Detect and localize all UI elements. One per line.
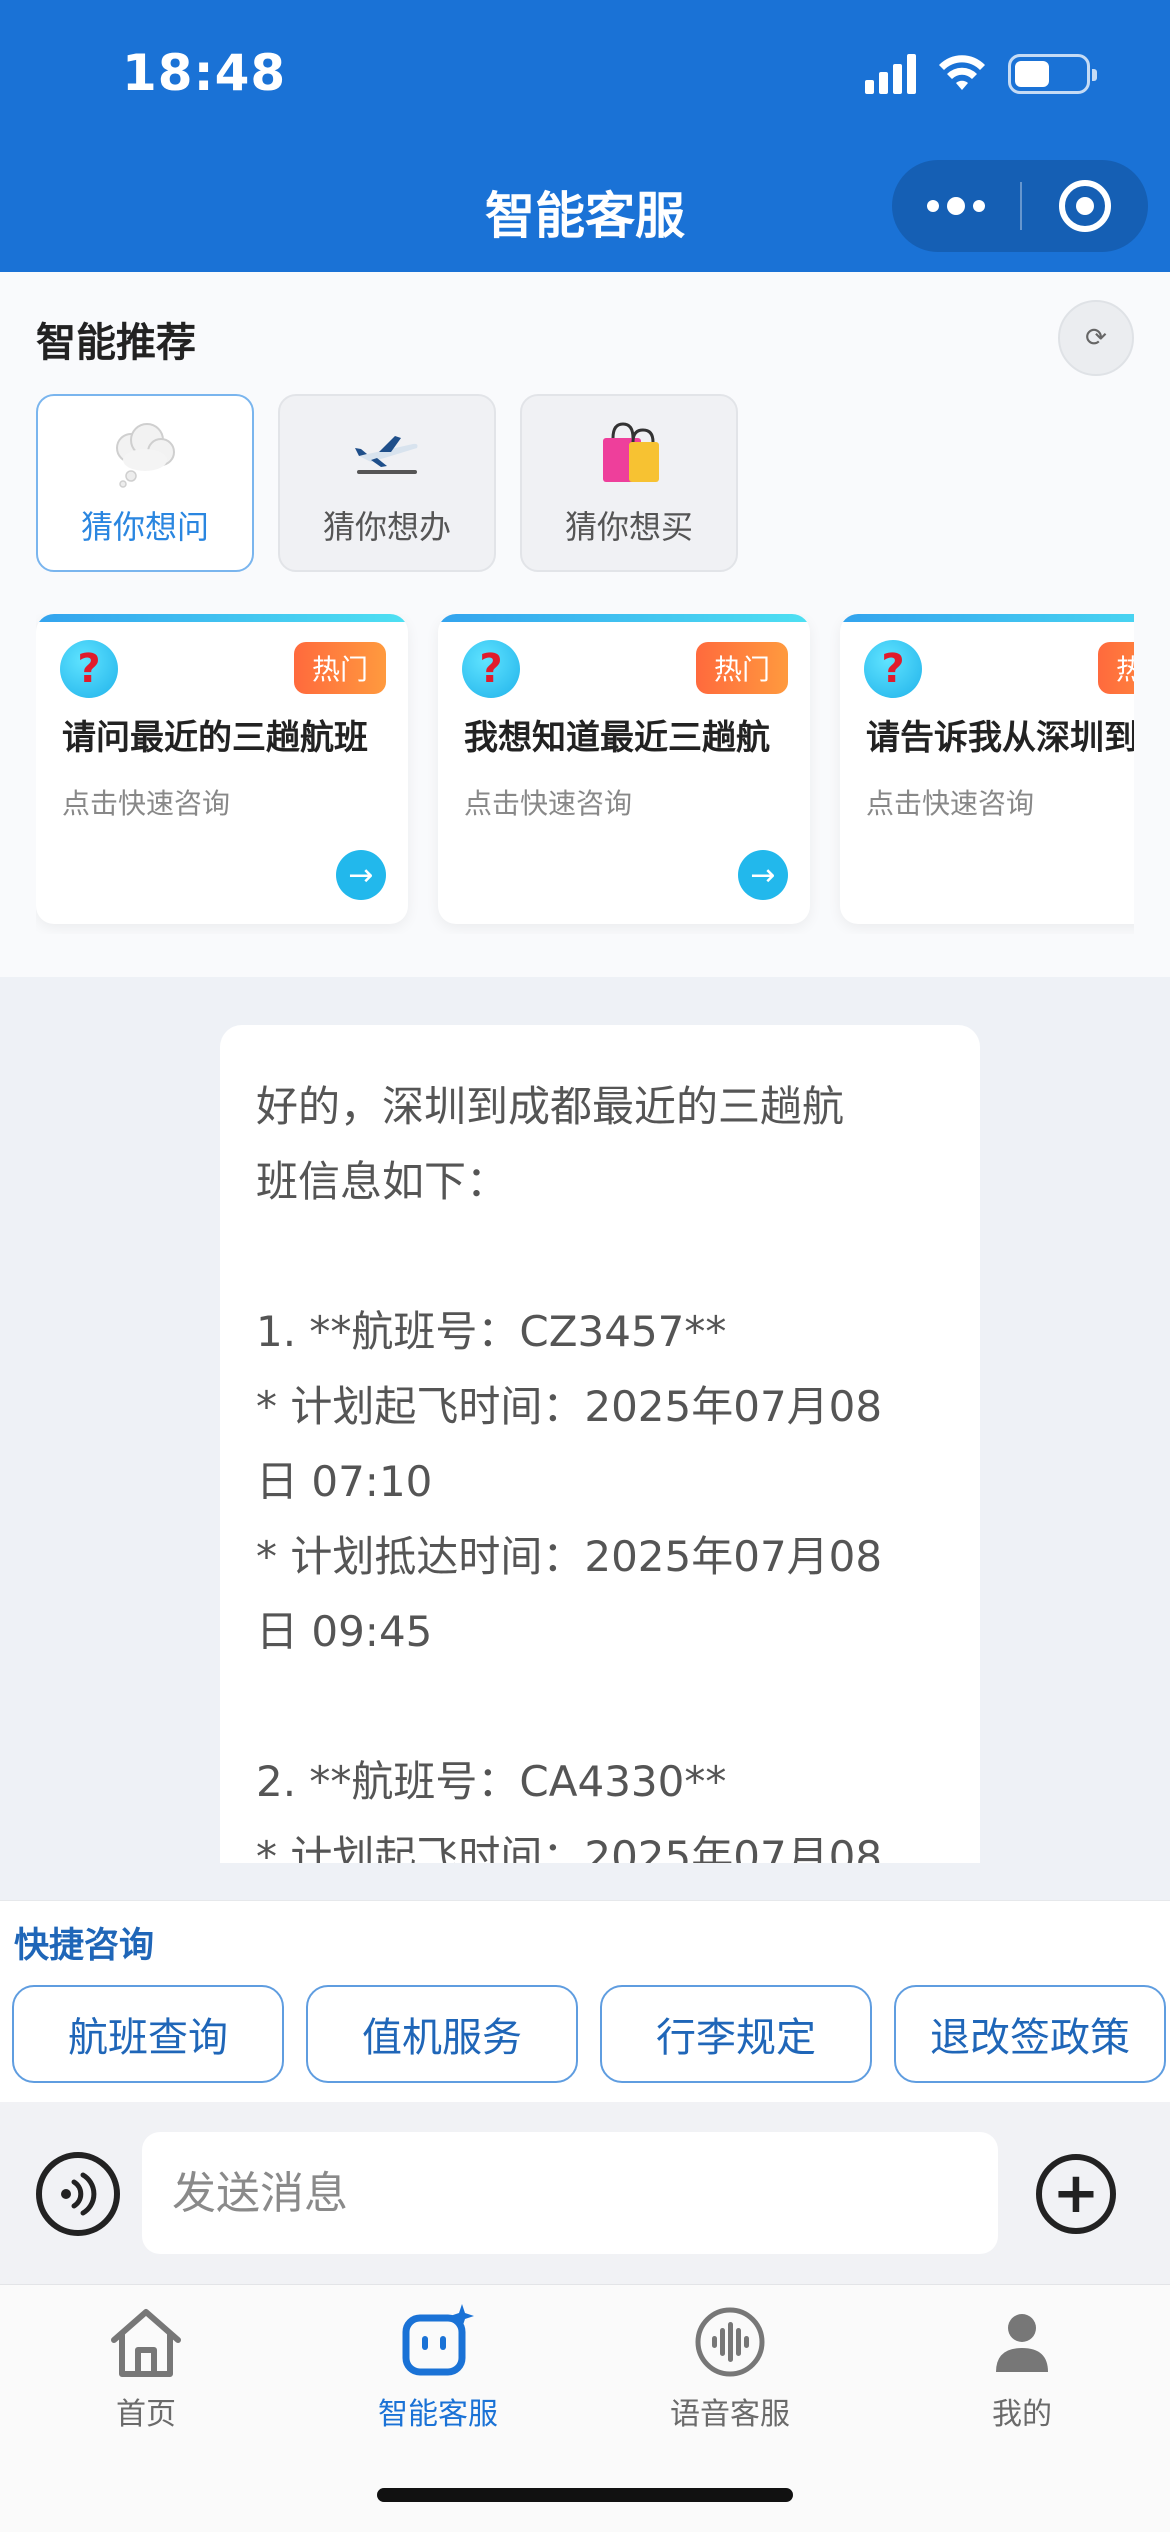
voice-wave-icon bbox=[690, 2299, 770, 2385]
tab-voice-service[interactable]: 语音客服 bbox=[584, 2299, 876, 2433]
message-line: 2. **航班号：CA4330** bbox=[256, 1757, 727, 1806]
home-icon bbox=[106, 2299, 186, 2385]
question-card[interactable]: ? 热门 请告诉我从深圳到 点击快速咨询 → bbox=[840, 614, 1134, 924]
quick-consult-title: 快捷咨询 bbox=[14, 1926, 155, 1966]
message-line: * 计划抵达时间：2025年07月08 bbox=[256, 1532, 883, 1581]
quick-refund-policy-button[interactable]: 退改签政策 bbox=[894, 1985, 1166, 2083]
tab-label: 首页 bbox=[116, 2397, 176, 2432]
tab-home[interactable]: 首页 bbox=[0, 2299, 292, 2433]
message-line: 好的，深圳到成都最近的三趟航 bbox=[256, 1082, 845, 1131]
question-cards-scroller[interactable]: ? 热门 请问最近的三趟航班 点击快速咨询 → ? 热门 我想知道最近三趟航 点… bbox=[36, 614, 1134, 934]
thought-cloud-icon bbox=[109, 416, 181, 488]
tab-guess-ask[interactable]: 猜你想问 bbox=[36, 394, 254, 572]
hot-badge: 热门 bbox=[696, 642, 788, 694]
question-card[interactable]: ? 热门 我想知道最近三趟航 点击快速咨询 → bbox=[438, 614, 810, 924]
recommend-title: 智能推荐 bbox=[36, 320, 196, 366]
question-mark-icon: ? bbox=[60, 640, 118, 698]
message-line: 日 07:10 bbox=[256, 1457, 433, 1506]
message-line: * 计划起飞时间：2025年07月08 bbox=[256, 1832, 883, 1863]
airplane-icon bbox=[351, 416, 423, 488]
app-header: 18:48 智能客服 bbox=[0, 0, 1170, 272]
question-mark-icon: ? bbox=[864, 640, 922, 698]
quick-consult-bar: 快捷咨询 航班查询 值机服务 行李规定 退改签政策 bbox=[0, 1900, 1170, 2102]
more-options-icon[interactable] bbox=[892, 197, 1020, 215]
message-line: 班信息如下： bbox=[256, 1157, 509, 1206]
question-subtitle: 点击快速咨询 bbox=[62, 787, 231, 820]
arrow-right-icon[interactable]: → bbox=[336, 850, 386, 900]
bot-message-bubble: 好的，深圳到成都最近的三趟航 班信息如下： 1. **航班号：CZ3457** … bbox=[220, 1025, 980, 1863]
question-card[interactable]: ? 热门 请问最近的三趟航班 点击快速咨询 → bbox=[36, 614, 408, 924]
robot-chat-icon bbox=[398, 2299, 478, 2385]
tab-label: 智能客服 bbox=[378, 2397, 498, 2432]
tab-mine[interactable]: 我的 bbox=[876, 2299, 1168, 2433]
tab-label: 猜你想问 bbox=[80, 508, 209, 546]
input-bar: + bbox=[0, 2102, 1170, 2284]
message-line: 1. **航班号：CZ3457** bbox=[256, 1307, 727, 1356]
recommend-tabs: 猜你想问 猜你想办 猜你想买 bbox=[36, 394, 738, 572]
arrow-right-icon[interactable]: → bbox=[738, 850, 788, 900]
question-subtitle: 点击快速咨询 bbox=[866, 787, 1035, 820]
question-text: 我想知道最近三趟航 bbox=[464, 718, 770, 758]
plus-icon[interactable]: + bbox=[1036, 2154, 1116, 2234]
tab-guess-buy[interactable]: 猜你想买 bbox=[520, 394, 738, 572]
recommend-panel: 智能推荐 ⟳ 猜你想问 猜你想办 猜你想买 ? 热门 请问最近的三趟航班 点击快… bbox=[0, 272, 1170, 977]
hot-badge: 热门 bbox=[1098, 642, 1134, 694]
status-icons bbox=[865, 54, 1097, 94]
mini-program-capsule bbox=[892, 160, 1148, 252]
quick-consult-buttons: 航班查询 值机服务 行李规定 退改签政策 bbox=[12, 1985, 1166, 2083]
tab-label: 语音客服 bbox=[670, 2397, 790, 2432]
wifi-icon bbox=[939, 55, 985, 90]
tab-smart-service[interactable]: 智能客服 bbox=[292, 2299, 584, 2433]
question-subtitle: 点击快速咨询 bbox=[464, 787, 633, 820]
hot-badge: 热门 bbox=[294, 642, 386, 694]
refresh-icon[interactable]: ⟳ bbox=[1058, 300, 1134, 376]
quick-flight-query-button[interactable]: 航班查询 bbox=[12, 1985, 284, 2083]
message-line: * 计划起飞时间：2025年07月08 bbox=[256, 1382, 883, 1431]
tab-label: 猜你想买 bbox=[564, 508, 693, 546]
message-line bbox=[256, 1219, 944, 1294]
message-line: 日 09:45 bbox=[256, 1607, 433, 1656]
question-text: 请问最近的三趟航班 bbox=[62, 718, 368, 758]
home-indicator bbox=[377, 2488, 793, 2502]
shopping-bag-icon bbox=[593, 416, 665, 488]
message-line bbox=[256, 1669, 944, 1744]
tab-label: 猜你想办 bbox=[322, 508, 451, 546]
user-icon bbox=[982, 2299, 1062, 2385]
voice-input-icon[interactable] bbox=[36, 2152, 120, 2236]
question-mark-icon: ? bbox=[462, 640, 520, 698]
close-miniprogram-icon[interactable] bbox=[1022, 180, 1148, 232]
chat-area[interactable]: 好的，深圳到成都最近的三趟航 班信息如下： 1. **航班号：CZ3457** … bbox=[0, 977, 1170, 1863]
status-time: 18:48 bbox=[122, 44, 287, 102]
battery-icon bbox=[1008, 54, 1097, 94]
question-text: 请告诉我从深圳到 bbox=[866, 718, 1134, 758]
quick-checkin-button[interactable]: 值机服务 bbox=[306, 1985, 578, 2083]
cellular-signal-icon bbox=[865, 54, 916, 94]
message-input[interactable] bbox=[142, 2132, 998, 2254]
quick-baggage-button[interactable]: 行李规定 bbox=[600, 1985, 872, 2083]
tab-guess-do[interactable]: 猜你想办 bbox=[278, 394, 496, 572]
tab-label: 我的 bbox=[992, 2397, 1052, 2432]
